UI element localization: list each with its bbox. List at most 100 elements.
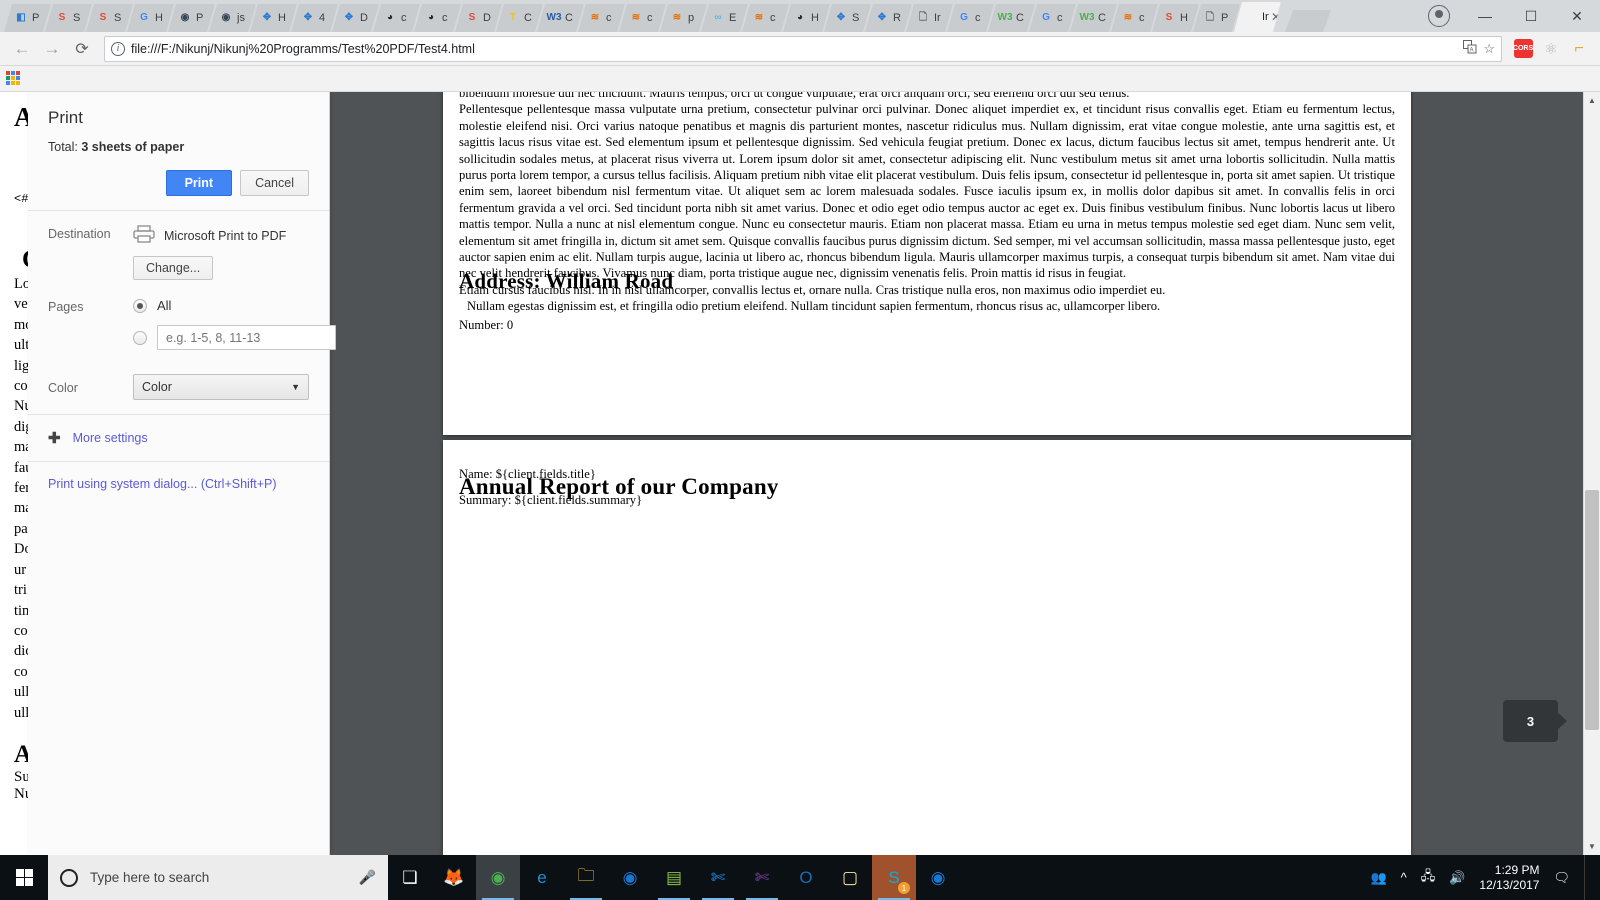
pages-custom-radio[interactable] [133,330,147,345]
visual-studio-icon[interactable]: ✄ [740,855,784,900]
cors-extension-icon[interactable]: CORS [1510,36,1536,62]
scrollbar-down-arrow[interactable]: ▼ [1584,838,1600,855]
tab-title: P [1221,12,1229,24]
back-button[interactable]: ← [8,35,36,63]
pages-custom-option[interactable] [133,325,336,350]
browser-tab[interactable]: SH [1152,4,1199,32]
taskbar-search-box[interactable]: Type here to search 🎤 [48,855,388,900]
tab-title: c [647,12,653,24]
people-icon[interactable]: 👥 [1370,870,1386,886]
print-settings-section: Destination Microsoft Print to PDF Chang… [28,210,336,414]
minimize-button[interactable]: — [1462,0,1508,32]
browser-tab[interactable]: ◕ c [414,4,461,32]
file-explorer-icon[interactable]: 🗀 [564,855,608,900]
location-app-icon[interactable]: ◉ [916,855,960,900]
start-button[interactable] [0,855,48,900]
browser-tab[interactable]: ≋ c [619,4,666,32]
address-bar[interactable]: i file:///F:/Nikunj/Nikunj%20Programms/T… [104,35,1502,62]
page-info-icon[interactable]: i [111,41,125,56]
color-select[interactable]: Color ▼ [133,374,309,400]
pages-all-radio[interactable] [133,298,147,313]
bookmarks-bar [0,66,1600,92]
new-tab-button[interactable] [1285,10,1331,32]
scrollbar-thumb[interactable] [1585,490,1599,730]
network-icon[interactable]: 🖧 [1421,867,1436,889]
browser-tab[interactable]: ∞ E [701,4,748,32]
location-app-icon[interactable]: ◉ [608,855,652,900]
browser-tab[interactable]: ◧ P [4,4,51,32]
more-settings-toggle[interactable]: ✚ More settings [28,414,329,461]
apps-grid-icon[interactable] [6,70,22,87]
translate-icon[interactable]: A [1463,40,1477,57]
sticky-notes-icon[interactable]: ▢ [828,855,872,900]
browser-tab[interactable]: GH [127,4,174,32]
browser-tab[interactable]: ✥ H [250,4,297,32]
browser-tab[interactable]: Gc [1029,4,1076,32]
taskbar-clock[interactable]: 1:29 PM 12/13/2017 [1479,863,1539,893]
browser-tab[interactable]: SS [86,4,133,32]
browser-tab[interactable]: SS [45,4,92,32]
pages-all-option[interactable]: All [133,298,336,313]
drupal-icon: ✥ [877,12,887,23]
forward-button[interactable]: → [38,35,66,63]
browser-tab[interactable]: ◕ H [783,4,830,32]
close-window-button[interactable]: ✕ [1554,0,1600,32]
print-button[interactable]: Print [165,170,233,196]
tab-title: S [114,12,122,24]
react-devtools-extension-icon[interactable]: ⚛ [1538,36,1564,62]
task-view-icon[interactable]: ❏ [388,855,432,900]
show-desktop-button[interactable] [1584,855,1592,900]
document-icon [1244,10,1258,24]
preview-number-line: Number: 0 [459,317,514,332]
browser-tab[interactable]: SD [455,4,502,32]
chrome-icon[interactable]: ◉ [476,855,520,900]
profile-avatar-icon[interactable] [1428,5,1450,27]
postman-extension-icon[interactable]: ⌐ [1566,36,1592,62]
reload-button[interactable]: ⟳ [68,35,96,63]
print-dialog-title: Print [48,108,83,127]
cancel-button[interactable]: Cancel [240,170,309,196]
browser-tab[interactable]: ◉ P [168,4,215,32]
browser-tab[interactable]: 🗋 P [1193,4,1240,32]
maximize-button[interactable]: ☐ [1508,0,1554,32]
browser-tab[interactable]: ◉ js [209,4,256,32]
notepadplusplus-icon[interactable]: ▤ [652,855,696,900]
microphone-icon[interactable]: 🎤 [359,869,376,886]
firefox-icon[interactable]: 🦊 [432,855,476,900]
browser-tab[interactable]: W3 C [1070,4,1117,32]
browser-tab[interactable]: W3 C [988,4,1035,32]
browser-tab[interactable]: ≋ c [578,4,625,32]
browser-tab[interactable]: W3 C [537,4,584,32]
browser-tab[interactable]: ✥ R [865,4,912,32]
chrome-browser-window: ◧ P S S S S G H ◉ P ◉ js ✥ H ✥ 4 ✥ D ◕ c ◕ c S D T C W3 C ≋ c ≋ c ≋ p ∞ E ≋ c… [0,0,1600,855]
browser-tab[interactable]: ◕ c [373,4,420,32]
outlook-icon[interactable]: O [784,855,828,900]
chevron-up-icon[interactable]: ^ [1401,870,1407,885]
browser-tab[interactable]: In ✕ [1234,2,1281,32]
bookmark-star-icon[interactable]: ☆ [1483,41,1495,57]
print-preview-area[interactable]: bibendum molestie dui nec tincidunt. Mau… [330,92,1600,855]
tab-close-icon[interactable]: ✕ [1271,10,1281,24]
browser-tab[interactable]: TC [496,4,543,32]
preview-scrollbar[interactable]: ▲ ▼ [1583,92,1600,855]
volume-icon[interactable]: 🔊 [1449,870,1465,886]
skype-icon[interactable]: S1 [872,855,916,900]
browser-tab[interactable]: ≋ p [660,4,707,32]
edge-icon[interactable]: e [520,855,564,900]
browser-tab[interactable]: ≋ c [742,4,789,32]
browser-tab[interactable]: Gc [947,4,994,32]
browser-tab[interactable]: ≋ c [1111,4,1158,32]
print-system-dialog-link[interactable]: Print using system dialog... (Ctrl+Shift… [48,477,277,491]
browser-tab[interactable]: ✥ D [332,4,379,32]
tab-title: In [1262,11,1269,23]
scrollbar-up-arrow[interactable]: ▲ [1584,92,1600,109]
browser-tab[interactable]: ✥ S [824,4,871,32]
browser-tab[interactable]: 🗋 Ir [906,4,953,32]
notification-center-icon[interactable]: 🗨 [1553,870,1570,886]
change-destination-button[interactable]: Change... [133,256,214,280]
vscode-icon[interactable]: ✄ [696,855,740,900]
print-total-summary: Total: 3 sheets of paper [48,140,309,154]
print-dialog: Print Total: 3 sheets of paper Print Can… [28,92,336,855]
pages-custom-input[interactable] [157,325,336,350]
browser-tab[interactable]: ✥ 4 [291,4,338,32]
